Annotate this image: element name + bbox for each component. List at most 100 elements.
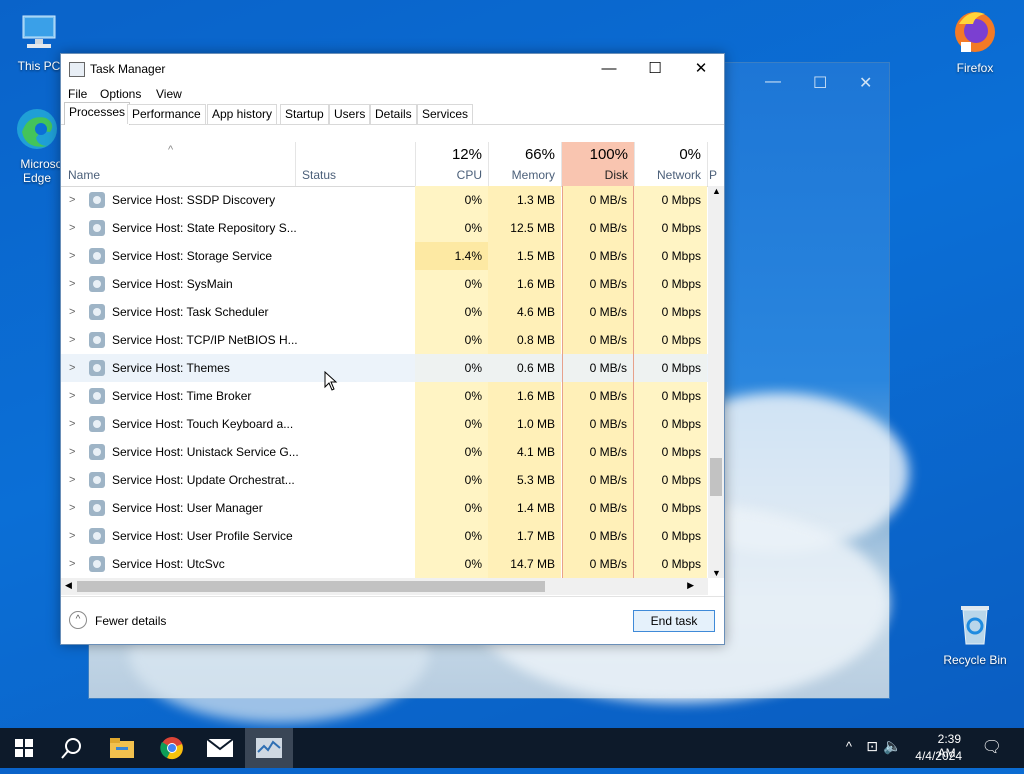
cpu-label: CPU [456,168,482,182]
tab-services[interactable]: Services [417,104,474,124]
end-task-button[interactable]: End task [633,610,715,632]
vertical-scrollbar[interactable]: ▲ ▼ [708,186,724,578]
scroll-thumb[interactable] [710,458,722,496]
memory-value: 1.6 MB [488,382,561,410]
menu-view[interactable]: View [156,87,182,101]
desktop-icon-firefox[interactable]: Firefox [940,6,1010,75]
mail-icon[interactable] [196,728,244,768]
column-status[interactable]: Status [295,142,416,186]
tab-processes[interactable]: Processes [64,102,131,125]
disk-value: 0 MB/s [562,354,634,382]
tab-startup[interactable]: Startup [280,104,329,124]
task-manager-icon[interactable] [245,728,293,768]
volume-muted-icon[interactable]: 🔈 [883,737,902,755]
firefox-icon [940,6,1010,59]
disk-value: 0 MB/s [562,270,634,298]
horizontal-scrollbar[interactable]: ◀ ▶ [61,578,708,595]
cpu-value: 0% [415,382,488,410]
memory-total: 66% [524,146,555,163]
scroll-right-icon[interactable]: ▶ [687,580,694,591]
search-icon[interactable] [48,728,96,768]
table-row[interactable]: > Service Host: UtcSvc 0% 14.7 MB 0 MB/s 0 Mb… [61,550,708,578]
notifications-icon[interactable]: 🗨 [982,737,1002,757]
network-value: 0 Mbps [634,522,707,550]
chevron-right-icon[interactable]: > [69,522,75,550]
table-row[interactable]: > Service Host: Time Broker 0% 1.6 MB 0 MB/s… [61,382,708,410]
chevron-right-icon[interactable]: > [69,326,75,354]
table-row[interactable]: > Service Host: SysMain 0% 1.6 MB 0 MB/s 0 Mb… [61,270,708,298]
chevron-right-icon[interactable]: > [69,270,75,298]
clock-date[interactable]: 4/4/2024 [915,749,962,763]
tab-performance[interactable]: Performance [127,104,206,124]
table-row[interactable]: > Service Host: Task Scheduler 0% 4.6 MB 0 M… [61,298,708,326]
maximize-button[interactable]: ☐ [632,54,678,84]
scroll-up-icon[interactable]: ▲ [712,186,721,196]
chevron-right-icon[interactable]: > [69,298,75,326]
column-cpu[interactable]: 12% CPU [415,142,489,186]
tab-app-history[interactable]: App history [207,104,278,124]
memory-value: 1.3 MB [488,186,561,214]
column-headers: ^ Name Status 12% CPU 66% Memory 100% Di… [61,142,717,187]
network-total: 0% [679,146,701,163]
table-row[interactable]: > Service Host: Themes 0% 0.6 MB 0 MB/s 0 Mbp… [61,354,708,382]
scroll-down-icon[interactable]: ▼ [712,568,721,578]
network-label: Network [656,168,701,182]
column-network[interactable]: 0% Network [634,142,708,186]
title-bar[interactable]: Task Manager — ☐ ✕ [61,54,724,84]
chevron-up-icon[interactable]: ^ [846,739,852,754]
gear-icon [89,528,105,544]
table-row[interactable]: > Service Host: User Manager 0% 1.4 MB 0 MB/… [61,494,708,522]
chevron-right-icon[interactable]: > [69,214,75,242]
memory-value: 0.8 MB [488,326,561,354]
chevron-right-icon[interactable]: > [69,494,75,522]
table-row[interactable]: > Service Host: TCP/IP NetBIOS H... 0% 0.8 … [61,326,708,354]
tab-users[interactable]: Users [329,104,371,124]
table-row[interactable]: > Service Host: State Repository S... 0% 12… [61,214,708,242]
table-row[interactable]: > Service Host: Storage Service 1.4% 1.5 MB… [61,242,708,270]
cpu-value: 0% [415,186,488,214]
chevron-right-icon[interactable]: > [69,186,75,214]
process-name: Service Host: SSDP Discovery [112,193,276,207]
memory-value: 1.4 MB [488,494,561,522]
disk-value: 0 MB/s [562,522,634,550]
desktop-icon-recycle-bin[interactable]: Recycle Bin [940,600,1010,667]
chevron-up-icon[interactable]: ^ [69,611,87,629]
chevron-right-icon[interactable]: > [69,354,75,382]
chevron-right-icon[interactable]: > [69,410,75,438]
scroll-left-icon[interactable]: ◀ [65,580,72,591]
scroll-thumb[interactable] [77,581,545,592]
table-row[interactable]: > Service Host: User Profile Service 0% 1.7… [61,522,708,550]
file-explorer-icon[interactable] [98,728,146,768]
process-name: Service Host: UtcSvc [112,557,225,571]
footer: ^ Fewer details End task [61,596,724,645]
disk-value: 0 MB/s [562,466,634,494]
menu-file[interactable]: File [68,87,87,101]
start-icon[interactable] [0,728,48,768]
table-row[interactable]: > Service Host: Update Orchestrat... 0% 5.3… [61,466,708,494]
desktop-icon-label: Recycle Bin [943,653,1007,667]
column-memory[interactable]: 66% Memory [488,142,562,186]
close-button[interactable]: ✕ [678,54,724,84]
table-row[interactable]: > Service Host: Touch Keyboard a... 0% 1.0 … [61,410,708,438]
cpu-value: 0% [415,298,488,326]
minimize-button[interactable]: — [586,54,632,84]
chrome-icon[interactable] [148,728,196,768]
tab-details[interactable]: Details [370,104,417,124]
network-value: 0 Mbps [634,410,707,438]
table-row[interactable]: > Service Host: Unistack Service G... 0% 4.… [61,438,708,466]
chevron-right-icon[interactable]: > [69,242,75,270]
column-name[interactable]: ^ Name [61,142,296,186]
menu-options[interactable]: Options [100,87,141,101]
chevron-right-icon[interactable]: > [69,382,75,410]
column-power-partial[interactable]: P [707,142,717,186]
memory-value: 1.0 MB [488,410,561,438]
chevron-right-icon[interactable]: > [69,466,75,494]
process-name: Service Host: Touch Keyboard a... [112,417,294,431]
network-icon[interactable]: ⊡ [866,738,878,755]
chevron-right-icon[interactable]: > [69,438,75,466]
memory-value: 4.6 MB [488,298,561,326]
table-row[interactable]: > Service Host: SSDP Discovery 0% 1.3 MB 0 M… [61,186,708,214]
fewer-details-link[interactable]: Fewer details [95,614,166,628]
chevron-right-icon[interactable]: > [69,550,75,578]
column-disk[interactable]: 100% Disk [562,142,635,186]
